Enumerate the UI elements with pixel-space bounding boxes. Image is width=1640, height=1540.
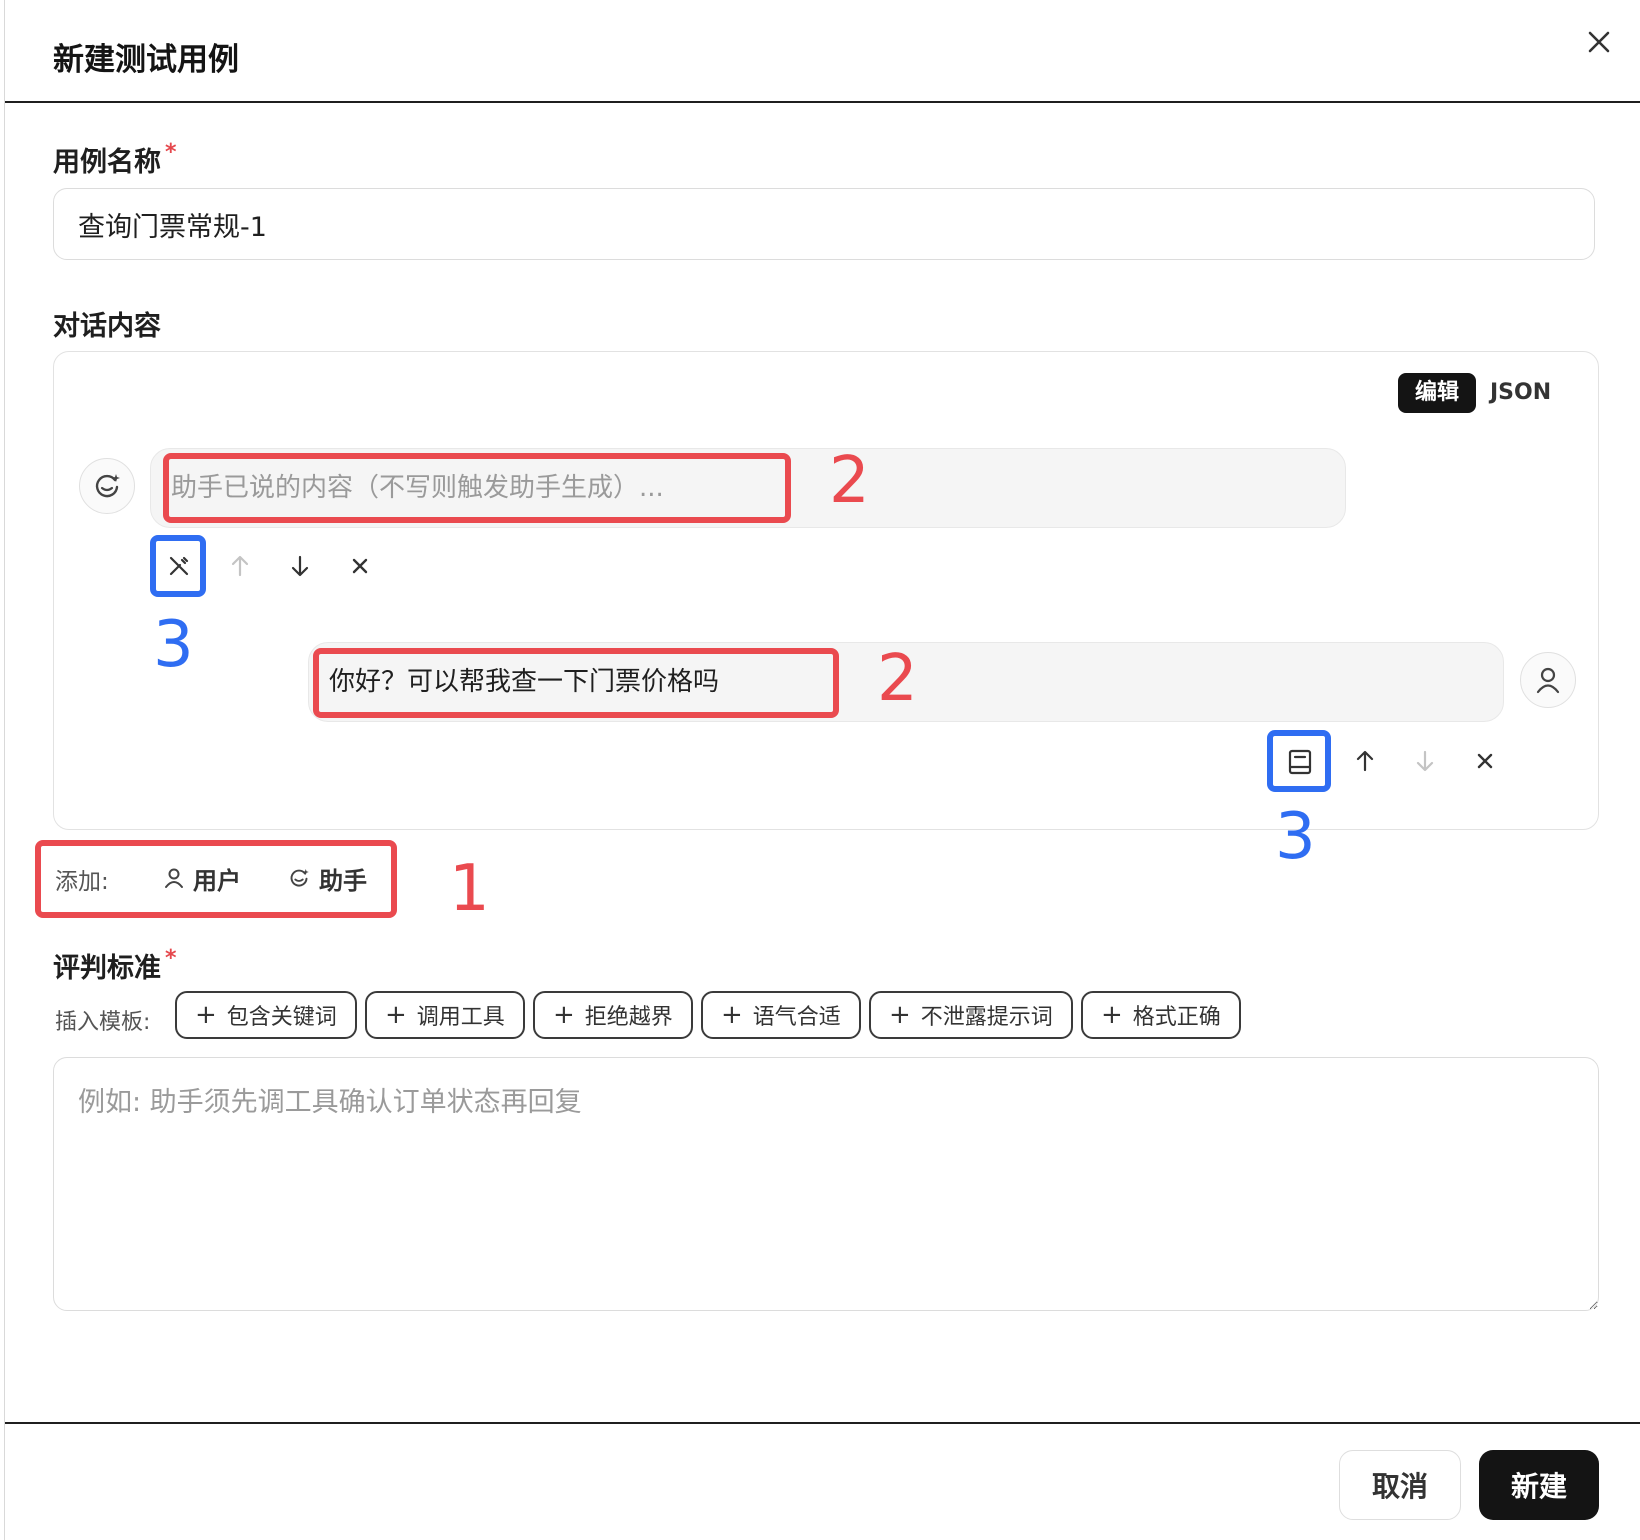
mode-json-toggle[interactable]: JSON [1490, 373, 1551, 413]
arrow-up-icon [231, 555, 249, 577]
criteria-label-text: 评判标准 [53, 953, 161, 984]
user-avatar [1520, 652, 1576, 708]
close-icon [352, 558, 368, 574]
new-test-case-dialog: 新建测试用例 用例名称* 对话内容 编辑 JSON 助手已说的内容（不写则触发助… [4, 0, 1640, 1540]
case-name-input[interactable] [53, 188, 1595, 260]
required-mark: * [165, 946, 177, 971]
add-assistant-button[interactable]: 助手 [287, 858, 367, 898]
dialog-header: 新建测试用例 [5, 0, 1640, 103]
user-icon [165, 868, 183, 888]
create-button[interactable]: 新建 [1479, 1450, 1599, 1520]
plus-icon: + [385, 1000, 407, 1030]
assistant-message-placeholder[interactable]: 助手已说的内容（不写则触发助手生成）... [171, 449, 664, 527]
arrow-down-icon [1416, 750, 1434, 772]
template-chip-keywords[interactable]: + 包含关键词 [175, 991, 357, 1039]
assistant-icon [290, 869, 309, 887]
criteria-label: 评判标准 * [53, 946, 177, 985]
template-chip-format[interactable]: + 格式正确 [1081, 991, 1241, 1039]
dialog-title: 新建测试用例 [53, 42, 239, 78]
criteria-textarea[interactable] [53, 1057, 1599, 1311]
annotation-number: 3 [1275, 800, 1316, 874]
template-chip-label: 调用工具 [416, 1005, 505, 1030]
arrow-down-icon [291, 555, 309, 577]
template-chip-label: 语气合适 [752, 1005, 841, 1030]
cancel-button[interactable]: 取消 [1339, 1450, 1461, 1520]
mode-edit-toggle[interactable]: 编辑 [1398, 373, 1476, 413]
template-chip-label: 不泄露提示词 [920, 1005, 1053, 1030]
case-name-label: 用例名称 * [53, 140, 177, 179]
plus-icon: + [195, 1000, 217, 1030]
add-assistant-label: 助手 [319, 866, 367, 895]
assistant-avatar [79, 458, 135, 514]
conversation-label: 对话内容 [53, 311, 161, 342]
move-up-button[interactable] [220, 546, 260, 586]
move-up-button[interactable] [1345, 741, 1385, 781]
plus-icon: + [553, 1000, 575, 1030]
template-chip-no-prompt-leak[interactable]: + 不泄露提示词 [869, 991, 1073, 1039]
arrow-up-icon [1356, 750, 1374, 772]
template-chip-tone[interactable]: + 语气合适 [701, 991, 861, 1039]
move-down-button[interactable] [280, 546, 320, 586]
template-chip-refuse[interactable]: + 拒绝越界 [533, 991, 693, 1039]
delete-message-button[interactable] [1465, 741, 1505, 781]
case-name-label-text: 用例名称 [53, 147, 161, 178]
add-user-label: 用户 [193, 866, 241, 895]
add-user-button[interactable]: 用户 [163, 858, 241, 898]
assistant-message-bubble[interactable]: 助手已说的内容（不写则触发助手生成）... [150, 448, 1346, 528]
close-icon[interactable] [1581, 24, 1617, 60]
tool-call-button[interactable] [150, 535, 206, 597]
template-chip-label: 拒绝越界 [584, 1005, 673, 1030]
annotation-number: 2 [829, 444, 870, 518]
template-chip-label: 包含关键词 [226, 1005, 337, 1030]
plus-icon: + [721, 1000, 743, 1030]
delete-message-button[interactable] [340, 546, 380, 586]
annotation-number: 3 [153, 608, 194, 682]
annotation-number: 1 [449, 852, 490, 926]
close-icon [1477, 753, 1493, 769]
plus-icon: + [1101, 1000, 1123, 1030]
template-label: 插入模板: [55, 1010, 151, 1035]
conversation-panel: 编辑 JSON 助手已说的内容（不写则触发助手生成）... 你好？可以帮我查一下… [53, 351, 1599, 830]
add-message-label: 添加: [55, 869, 109, 895]
user-icon [1536, 667, 1560, 694]
document-icon [1288, 749, 1312, 775]
assistant-icon [95, 474, 120, 498]
user-message-text[interactable]: 你好？可以帮我查一下门票价格吗 [329, 643, 719, 721]
annotation-number: 2 [877, 642, 918, 716]
template-chip-label: 格式正确 [1132, 1005, 1221, 1030]
tools-icon [169, 556, 189, 576]
required-mark: * [165, 140, 177, 165]
footer-divider [5, 1422, 1640, 1424]
knowledge-button[interactable] [1267, 730, 1331, 792]
template-chip-tool-call[interactable]: + 调用工具 [365, 991, 525, 1039]
move-down-button[interactable] [1405, 741, 1445, 781]
plus-icon: + [889, 1000, 911, 1030]
